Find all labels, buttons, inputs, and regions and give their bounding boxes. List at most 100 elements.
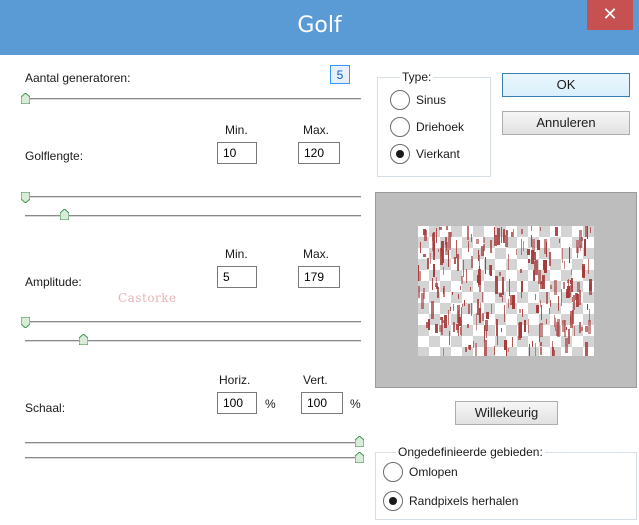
wave-streak	[426, 322, 428, 328]
wavelength-min-slider-track[interactable]	[25, 196, 361, 198]
amplitude-max-input[interactable]	[298, 266, 340, 288]
wave-streak	[482, 313, 484, 321]
checker-cell	[484, 237, 495, 248]
wavelength-max-input[interactable]	[298, 142, 340, 164]
wave-streak	[540, 347, 542, 355]
wave-streak	[580, 245, 581, 251]
cancel-button[interactable]: Annuleren	[502, 111, 630, 135]
scale-horiz-input[interactable]	[217, 392, 257, 414]
radio-icon[interactable]	[383, 462, 403, 482]
checker-cell	[418, 248, 429, 259]
wave-streak	[460, 286, 461, 290]
amplitude-min-slider-thumb-icon[interactable]	[21, 317, 30, 328]
wave-streak	[427, 258, 429, 269]
wave-streak	[471, 303, 472, 316]
wavelength-max-slider-thumb-icon[interactable]	[60, 209, 69, 220]
checker-cell	[418, 347, 429, 356]
wave-streak	[585, 326, 588, 332]
wave-streak	[494, 235, 497, 246]
scale-horiz-slider-track[interactable]	[25, 442, 361, 444]
wave-streak	[468, 304, 470, 314]
scale-vert-slider-track[interactable]	[25, 457, 361, 459]
type-group: Type: Sinus Driehoek Vierkant	[377, 70, 491, 177]
scale-horiz-label: Horiz.	[219, 373, 251, 387]
ok-button[interactable]: OK	[502, 73, 630, 97]
wave-streak	[485, 257, 486, 274]
amplitude-min-slider-track[interactable]	[25, 321, 361, 323]
generators-slider-track[interactable]	[25, 98, 361, 100]
wave-streak	[490, 265, 492, 276]
checker-cell	[440, 303, 451, 314]
generators-input[interactable]	[330, 65, 350, 84]
wavelength-min-slider-thumb-icon[interactable]	[21, 192, 30, 203]
wave-streak	[495, 276, 498, 294]
wave-streak	[420, 242, 421, 253]
scale-vert-slider-thumb-icon[interactable]	[355, 452, 364, 463]
checker-cell	[572, 347, 583, 356]
wave-streak	[477, 299, 479, 315]
wave-streak	[523, 241, 524, 251]
amplitude-max-slider-thumb-icon[interactable]	[79, 334, 88, 345]
checker-cell	[506, 259, 517, 270]
wave-streak	[588, 320, 591, 334]
random-button[interactable]: Willekeurig	[455, 401, 558, 425]
wave-preview-image	[418, 226, 594, 356]
wave-streak	[572, 297, 573, 302]
wave-streak	[486, 312, 489, 319]
wave-streak	[494, 227, 495, 236]
radio-dot-icon	[389, 497, 397, 505]
checker-cell	[550, 347, 561, 356]
wave-streak	[452, 292, 453, 295]
wavelength-min-input[interactable]	[217, 142, 257, 164]
amplitude-min-input[interactable]	[217, 266, 257, 288]
wave-streak	[505, 235, 508, 247]
wave-streak	[431, 301, 434, 319]
wave-streak	[549, 308, 550, 314]
radio-icon-selected[interactable]	[383, 491, 403, 511]
wave-streak	[535, 343, 536, 356]
wave-streak	[419, 271, 421, 281]
wave-streak	[456, 240, 457, 258]
wave-streak	[436, 228, 437, 243]
checker-cell	[473, 336, 484, 347]
close-icon: ✕	[602, 4, 618, 25]
wave-streak	[491, 304, 492, 314]
checker-cell	[462, 336, 473, 347]
generators-slider-thumb-icon[interactable]	[21, 93, 30, 104]
wave-streak	[533, 270, 535, 281]
checker-cell	[561, 270, 572, 281]
undefined-option-omlopen[interactable]: Omlopen	[383, 462, 533, 482]
undefined-option-randpixels[interactable]: Randpixels herhalen	[383, 491, 583, 511]
checker-cell	[429, 314, 440, 325]
wave-streak	[477, 275, 479, 283]
scale-horiz-slider-thumb-icon[interactable]	[355, 436, 364, 447]
wave-streak	[502, 296, 503, 302]
type-option-sinus[interactable]: Sinus	[390, 90, 486, 110]
radio-icon[interactable]	[390, 117, 410, 137]
wave-streak	[506, 230, 508, 235]
type-option-driehoek[interactable]: Driehoek	[390, 117, 486, 137]
checker-cell	[495, 259, 506, 270]
type-option-vierkant[interactable]: Vierkant	[390, 144, 486, 164]
wave-streak	[456, 324, 459, 330]
wave-streak	[546, 319, 547, 324]
wave-streak	[536, 305, 539, 313]
wavelength-max-slider-track[interactable]	[25, 215, 361, 217]
checker-cell	[506, 336, 517, 347]
wave-streak	[519, 322, 522, 338]
close-button[interactable]: ✕	[587, 0, 633, 30]
radio-icon[interactable]	[390, 90, 410, 110]
scale-vert-input[interactable]	[301, 392, 343, 414]
wave-streak	[480, 303, 481, 311]
wave-streak	[585, 342, 588, 356]
checker-cell	[528, 226, 539, 237]
checker-cell	[440, 270, 451, 281]
checker-cell	[484, 226, 495, 237]
radio-icon-selected[interactable]	[390, 144, 410, 164]
amplitude-max-slider-track[interactable]	[25, 340, 361, 342]
wave-streak	[554, 350, 555, 356]
wave-streak	[529, 344, 530, 356]
wave-streak	[544, 239, 547, 254]
wave-streak	[467, 226, 469, 240]
wave-streak	[439, 227, 442, 230]
